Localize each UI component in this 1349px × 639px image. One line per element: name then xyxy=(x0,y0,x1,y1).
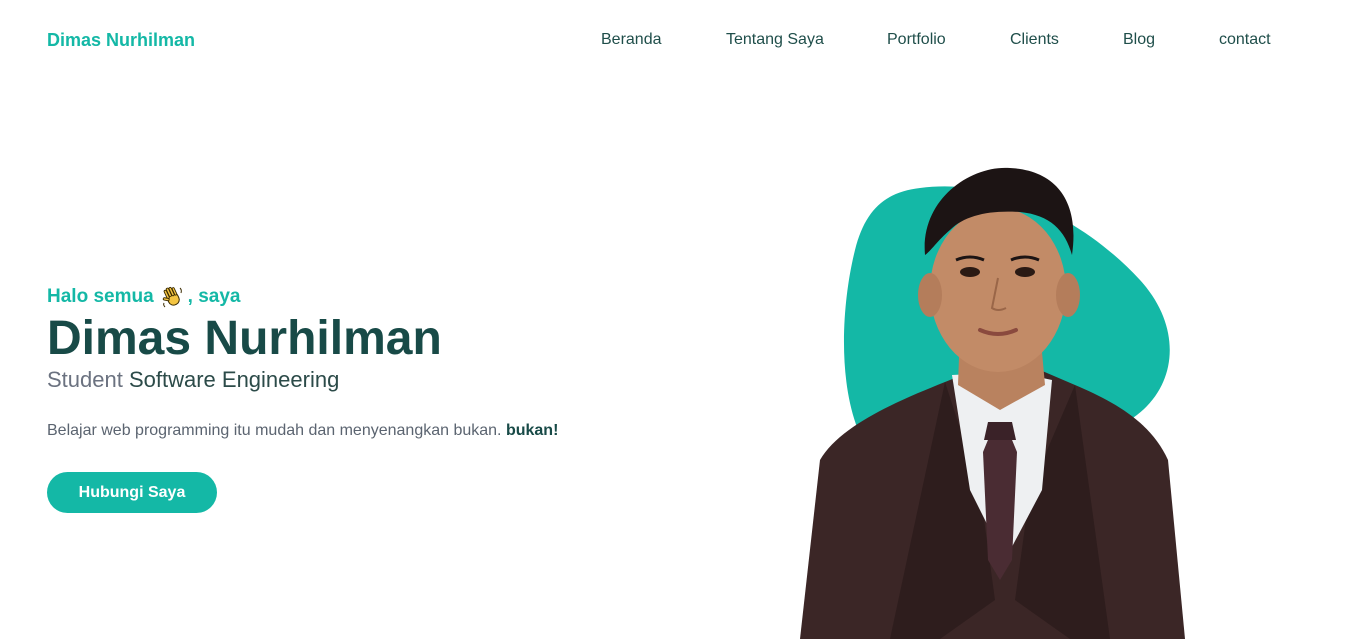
nav-link-clients[interactable]: Clients xyxy=(1010,30,1059,50)
hero-name: Dimas Nurhilman xyxy=(47,312,442,365)
navbar: Dimas Nurhilman Beranda Tentang Saya Por… xyxy=(0,0,1349,80)
subtitle-role: Student xyxy=(47,367,123,392)
nav-link-contact[interactable]: contact xyxy=(1219,30,1271,50)
subtitle-field: Software Engineering xyxy=(128,367,340,392)
nav-menu: Beranda Tentang Saya Portfolio Clients B… xyxy=(0,30,1349,50)
hero-greeting: Halo semua , saya xyxy=(47,284,687,310)
hero-tagline: Belajar web programming itu mudah dan me… xyxy=(47,420,687,442)
contact-me-button[interactable]: Hubungi Saya xyxy=(47,472,217,513)
nav-link-tentang-saya[interactable]: Tentang Saya xyxy=(726,30,824,50)
tagline-bold: bukan! xyxy=(505,422,559,439)
hero-subtitle: Student Software Engineering xyxy=(47,366,687,394)
nav-link-beranda[interactable]: Beranda xyxy=(601,30,662,50)
waving-hand-icon xyxy=(161,285,185,309)
hero-illustration xyxy=(800,167,1185,639)
tagline-text: Belajar web programming itu mudah dan me… xyxy=(47,422,502,439)
hero-text-block: Halo semua , saya Dimas Nurhilman Studen… xyxy=(47,284,687,442)
hero-visual xyxy=(780,160,1210,639)
nav-link-portfolio[interactable]: Portfolio xyxy=(887,30,946,50)
greeting-text: Halo semua xyxy=(47,286,154,307)
greeting-suffix: , saya xyxy=(187,286,241,307)
page: Dimas Nurhilman Beranda Tentang Saya Por… xyxy=(0,0,1349,639)
nav-link-blog[interactable]: Blog xyxy=(1123,30,1155,50)
